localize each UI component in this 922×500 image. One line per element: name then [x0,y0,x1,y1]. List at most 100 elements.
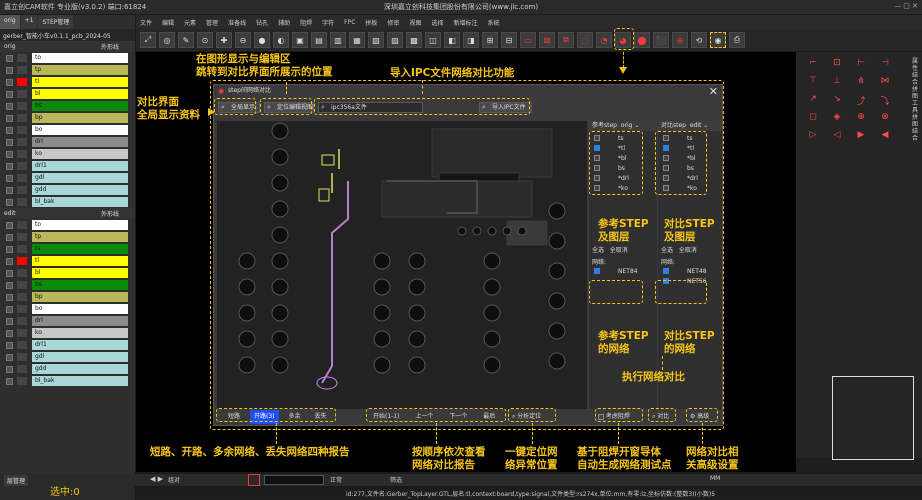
layer-checkbox[interactable] [6,138,13,146]
right-tool-icon[interactable]: ⤵ [878,94,892,107]
layer-checkbox[interactable] [6,150,13,158]
cmp-net-checkbox[interactable] [663,268,669,274]
cmp-layer-item[interactable]: ts [658,133,722,143]
toolbar-tool-icon[interactable]: ⬛ [653,32,669,48]
right-tool-icon[interactable]: ⊣ [878,58,892,70]
layer-row[interactable]: bs [0,100,135,112]
layer-row[interactable]: gdd [0,363,135,375]
layer-checkbox[interactable] [6,162,13,170]
nav-prev-button[interactable]: 上一个 [411,410,437,424]
right-tool-icon[interactable]: ◻ [806,112,820,124]
layer-checkbox[interactable] [6,269,13,277]
toolbar-tool-icon[interactable]: ◕ [615,32,631,48]
layer-row[interactable]: gdl [0,351,135,363]
cmp-select-all[interactable]: 全选 [661,247,673,254]
right-tool-icon[interactable]: ⊕ [854,112,868,124]
toolbar-tool-icon[interactable]: ✚ [216,32,232,48]
ref-layer-checkbox[interactable] [594,135,600,141]
layer-row[interactable]: to [0,52,135,64]
layer-checkbox[interactable] [6,377,13,385]
right-tool-icon[interactable]: ◈ [830,112,844,124]
toolbar-tool-icon[interactable]: ● [254,32,270,48]
layer-affected-marker[interactable] [17,221,27,229]
layer-affected-marker[interactable] [17,317,27,325]
ref-layer-checkbox[interactable] [594,145,600,151]
right-tool-icon[interactable]: ▶ [854,130,868,142]
menu-item[interactable]: 拼板 [365,18,377,27]
toolbar-tool-icon[interactable]: ⧉ [558,32,574,48]
layer-row[interactable]: drl1 [0,339,135,351]
layer-row[interactable]: tp [0,231,135,243]
menu-item[interactable]: 系统 [487,18,499,27]
menu-item[interactable]: FPC [344,19,355,26]
layer-checkbox[interactable] [6,305,13,313]
layer-row[interactable]: bl_bak [0,375,135,387]
nav-arrows[interactable]: ◀ ▶ [150,475,163,483]
toolbar-tool-icon[interactable]: ⬚ [577,32,593,48]
toolbar-tool-icon[interactable]: ▣ [292,32,308,48]
ipc-file-field[interactable]: ipc356a文件 [318,102,423,113]
tab-add[interactable]: +1 [20,15,38,29]
ref-net-checkbox[interactable] [594,268,600,274]
locate-view-button[interactable]: 定位编辑视图 [264,102,314,113]
layer-checkbox[interactable] [6,114,13,122]
menu-item[interactable]: 钻孔 [256,18,268,27]
toolbar-tool-icon[interactable]: ◔ [596,32,612,48]
right-tool-icon[interactable]: ⊢ [854,58,868,70]
right-tool-icon[interactable]: ◀ [878,130,892,142]
right-tool-icon[interactable]: ⋔ [854,76,868,88]
coord-input[interactable] [264,475,324,485]
menu-item[interactable]: 阻焊 [300,18,312,27]
layer-affected-marker[interactable] [17,269,27,277]
nav-last-button[interactable]: 最后 [479,410,499,424]
compare-button[interactable]: ⌕ 对比 [652,410,669,424]
toolbar-tool-icon[interactable]: ⊠ [539,32,555,48]
layer-row[interactable]: ko [0,148,135,160]
layer-affected-marker[interactable] [17,293,27,301]
tab-orig[interactable]: orig [0,15,20,29]
snap-icon[interactable] [248,474,260,486]
import-ipc-button[interactable]: 导入IPC文件 [479,102,532,113]
layer-affected-marker[interactable] [17,257,27,265]
layer-row[interactable]: bo [0,124,135,136]
ref-layer-item[interactable]: *ko [589,183,657,193]
ref-select-all[interactable]: 全选 [592,247,604,254]
layer-affected-marker[interactable] [17,126,27,134]
compare-step-select[interactable]: 对比step edit ⌄ [658,121,722,131]
layer-affected-marker[interactable] [17,102,27,110]
toolbar-tool-icon[interactable]: ⊞ [482,32,498,48]
layer-checkbox[interactable] [6,221,13,229]
nav-start-button[interactable]: 开始(1-1) [369,410,403,424]
layer-affected-marker[interactable] [17,233,27,241]
layer-checkbox[interactable] [6,54,13,62]
cmp-net-item[interactable]: NET56 [658,276,722,286]
layer-row[interactable]: drl1 [0,160,135,172]
layer-affected-marker[interactable] [17,305,27,313]
tab-step-manage[interactable]: STEP管理 [38,15,74,29]
layer-affected-marker[interactable] [17,186,27,194]
menu-item[interactable]: 字符 [322,18,334,27]
cmp-layer-item[interactable]: *bl [658,153,722,163]
toolbar-tool-icon[interactable]: ▤ [311,32,327,48]
ref-layer-checkbox[interactable] [594,165,600,171]
right-tool-icon[interactable]: ▷ [806,130,820,142]
layer-affected-marker[interactable] [17,54,27,62]
advanced-button[interactable]: ⚙ 高级 [690,410,709,424]
menu-item[interactable]: 编辑 [162,18,174,27]
ref-layer-checkbox[interactable] [594,175,600,181]
mode-select[interactable]: 正常 [330,475,342,484]
menu-item[interactable]: 文件 [140,18,152,27]
window-controls[interactable]: — ▢ ✕ [894,2,918,10]
cmp-layer-checkbox[interactable] [663,145,669,151]
toolbar-tool-icon[interactable]: ⟲ [691,32,707,48]
layer-checkbox[interactable] [6,353,13,361]
toolbar-tool-icon[interactable]: ▧ [368,32,384,48]
layer-checkbox[interactable] [6,281,13,289]
cmp-layer-item[interactable]: *drl [658,173,722,183]
ref-layer-item[interactable]: *bl [589,153,657,163]
layer-affected-marker[interactable] [17,365,27,373]
layer-row[interactable]: drl [0,315,135,327]
right-tool-icon[interactable]: ⊤ [806,76,820,88]
toolbar-tool-icon[interactable]: ◐ [273,32,289,48]
toolbar-tool-icon[interactable]: ⊟ [501,32,517,48]
